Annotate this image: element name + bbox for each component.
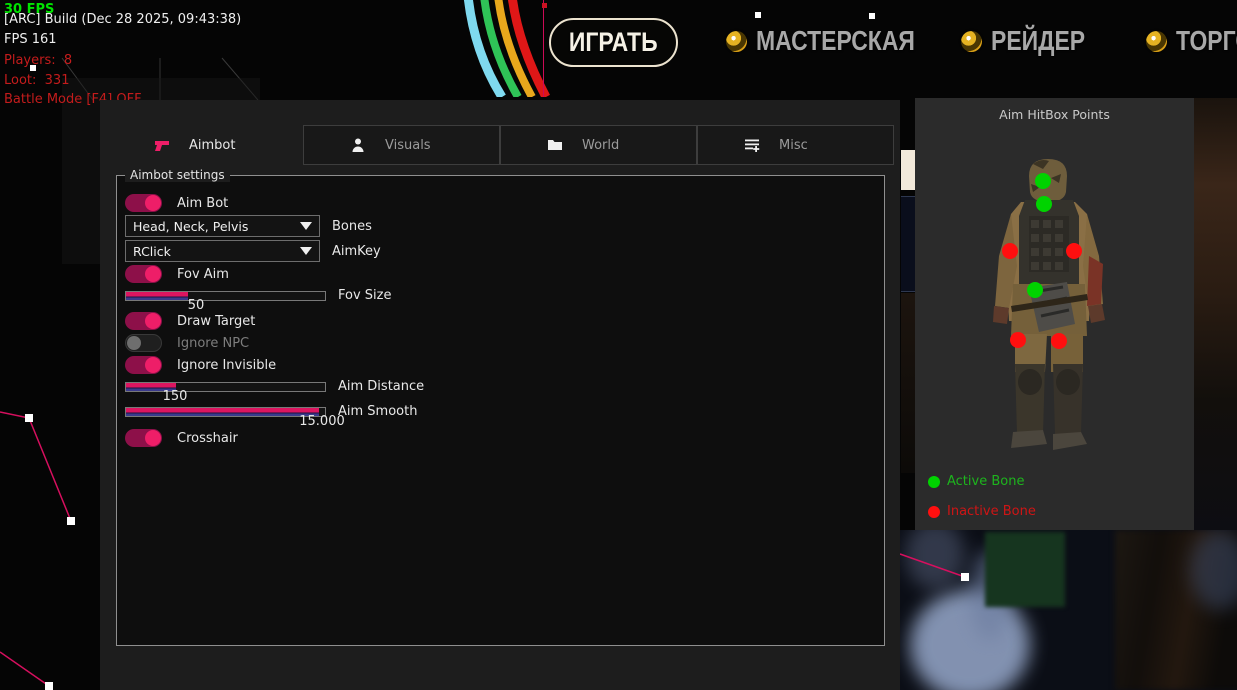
debug-overlay: 30 FPS [ARC] Build (Dec 28 2025, 09:43:3…	[4, 0, 12, 140]
ignore-npc-row: Ignore NPC	[125, 334, 249, 352]
fov-size-value: 50	[166, 298, 226, 313]
hitbox-dot-right-hip	[1051, 333, 1067, 349]
aimkey-dropdown-value: RClick	[133, 244, 171, 259]
tab-label: Misc	[779, 138, 808, 153]
aim-distance-label: Aim Distance	[338, 379, 424, 394]
group-title: Aimbot settings	[125, 168, 230, 182]
fps-line: FPS 161	[4, 30, 57, 50]
fov-aim-row: Fov Aim	[125, 265, 229, 283]
menu-item-workshop[interactable]: МАСТЕРСКАЯ	[726, 25, 950, 57]
draw-target-toggle[interactable]	[125, 312, 162, 330]
draw-target-row: Draw Target	[125, 312, 255, 330]
bones-row: Head, Neck, Pelvis Bones	[125, 215, 372, 237]
hitbox-panel: Aim HitBox Points	[915, 98, 1194, 530]
loot-line: Loot: 331	[4, 71, 69, 91]
draw-target-label: Draw Target	[177, 314, 255, 329]
ignore-invisible-row: Ignore Invisible	[125, 356, 276, 374]
ignore-invisible-toggle[interactable]	[125, 356, 162, 374]
ignore-invisible-label: Ignore Invisible	[177, 358, 276, 373]
scene-strip-dark	[901, 196, 915, 292]
tab-aimbot[interactable]: Aimbot	[116, 125, 303, 165]
folder-icon	[547, 137, 563, 153]
aimbot-settings-group: Aimbot settings Aim Bot Head, Neck, Pelv…	[116, 175, 885, 646]
menu-item-label: РЕЙДЕР	[991, 25, 1085, 57]
sliders-icon	[744, 137, 760, 153]
scene-bottom-right	[900, 530, 1237, 690]
tab-misc[interactable]: Misc	[697, 125, 894, 165]
hitbox-dot-neck	[1036, 196, 1052, 212]
esp-vertical-line	[543, 0, 544, 97]
aim-distance-value: 150	[145, 389, 205, 404]
coin-icon	[726, 31, 747, 52]
chevron-down-icon	[300, 222, 312, 230]
hitbox-dots	[915, 98, 1194, 530]
menu-item-label: МАСТЕРСКАЯ	[756, 25, 915, 57]
tab-label: Visuals	[385, 138, 431, 153]
hitbox-dot-pelvis	[1027, 282, 1043, 298]
aimkey-dropdown[interactable]: RClick	[125, 240, 320, 262]
play-button[interactable]: ИГРАТЬ	[549, 18, 678, 67]
game-screen: { "debug_overlay": { "fps_counter": "30 …	[0, 0, 1237, 690]
tab-visuals[interactable]: Visuals	[303, 125, 500, 165]
menu-item-raider[interactable]: РЕЙДЕР	[961, 25, 1106, 57]
bones-dropdown[interactable]: Head, Neck, Pelvis	[125, 215, 320, 237]
crosshair-label: Crosshair	[177, 431, 238, 446]
pistol-icon	[154, 137, 170, 153]
aimkey-row: RClick AimKey	[125, 240, 381, 262]
crosshair-toggle[interactable]	[125, 429, 162, 447]
rainbow-decal	[440, 0, 560, 97]
cheat-menu-panel: Aimbot Visuals World Misc Aimbot setting…	[100, 100, 900, 690]
build-info: [ARC] Build (Dec 28 2025, 09:43:38)	[4, 10, 241, 30]
players-line: Players: 8	[4, 51, 72, 71]
menu-item-traders[interactable]: ТОРГО	[1146, 25, 1237, 57]
scene-strip-brown	[901, 293, 915, 473]
hitbox-dot-right-shoulder	[1066, 243, 1082, 259]
tab-label: World	[582, 138, 619, 153]
fov-size-label: Fov Size	[338, 288, 391, 303]
crosshair-row: Crosshair	[125, 429, 238, 447]
scene-exit-sign	[985, 532, 1065, 607]
slider-fill	[126, 408, 319, 416]
bones-label: Bones	[332, 219, 372, 234]
ignore-npc-toggle[interactable]	[125, 334, 162, 352]
active-bone-label: Active Bone	[947, 474, 1024, 489]
fov-aim-toggle[interactable]	[125, 265, 162, 283]
bones-dropdown-value: Head, Neck, Pelvis	[133, 219, 248, 234]
active-bone-dot-icon	[928, 476, 940, 488]
hitbox-dot-head	[1035, 173, 1051, 189]
fov-aim-label: Fov Aim	[177, 267, 229, 282]
aim-smooth-row: Aim Smooth	[125, 404, 417, 419]
inactive-bone-dot-icon	[928, 506, 940, 518]
hitbox-dot-left-hip	[1010, 332, 1026, 348]
fov-size-row: Fov Size	[125, 288, 391, 303]
ignore-npc-label: Ignore NPC	[177, 336, 249, 351]
tab-world[interactable]: World	[500, 125, 697, 165]
play-button-label: ИГРАТЬ	[569, 27, 658, 58]
aimkey-label: AimKey	[332, 244, 381, 259]
aim-bot-toggle[interactable]	[125, 194, 162, 212]
hitbox-dot-left-shoulder	[1002, 243, 1018, 259]
coin-icon	[961, 31, 982, 52]
menu-item-label: ТОРГО	[1176, 25, 1237, 57]
person-icon	[350, 137, 366, 153]
scene-right-strip	[1194, 98, 1237, 530]
aim-bot-row: Aim Bot	[125, 194, 228, 212]
chevron-down-icon	[300, 247, 312, 255]
aim-smooth-value: 15.000	[292, 414, 352, 429]
aim-bot-label: Aim Bot	[177, 196, 228, 211]
scene-light-blob	[905, 530, 965, 590]
tab-label: Aimbot	[189, 138, 235, 153]
legend-inactive: Inactive Bone	[928, 504, 1036, 519]
coin-icon	[1146, 31, 1167, 52]
legend-active: Active Bone	[928, 474, 1024, 489]
inactive-bone-label: Inactive Bone	[947, 504, 1036, 519]
scene-strip-light	[901, 150, 915, 190]
